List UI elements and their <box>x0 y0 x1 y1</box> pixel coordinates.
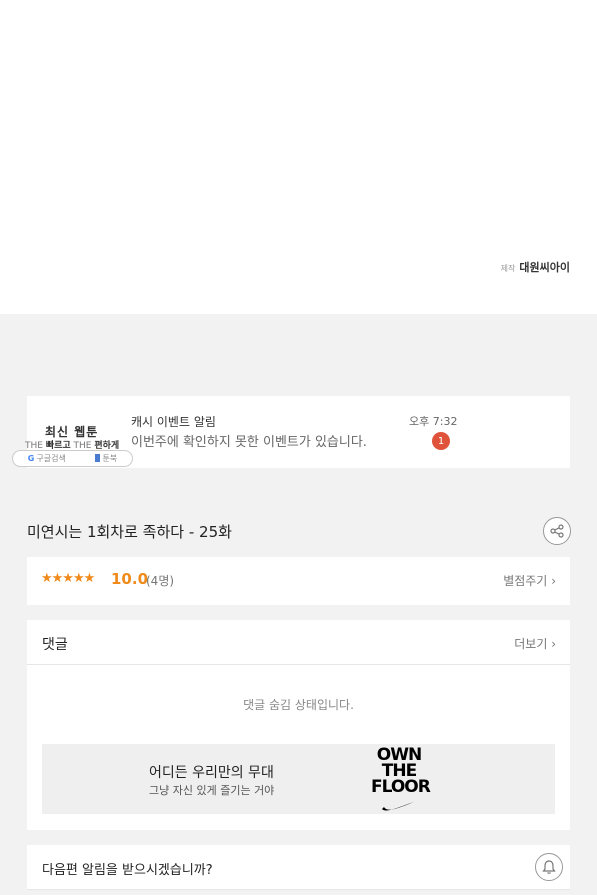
webtoon-content-area: 제작 대원씨아이 <box>0 0 597 314</box>
book-icon <box>95 454 101 462</box>
chevron-right-icon: › <box>551 637 556 651</box>
event-notice-banner[interactable]: 최신 웹툰 THE 빠르고 THE 편하게 G 구글검색 툰북 캐시 이벤트 알림… <box>12 396 570 468</box>
comment-more-label: 더보기 <box>514 637 548 651</box>
notice-time: 오후 7:32 <box>409 415 458 428</box>
episode-title: 미연시는 1회차로 족하다 - 25화 <box>27 523 232 541</box>
advertisement-banner[interactable]: 어디든 우리만의 무대 그냥 자신 있게 즐기는 거야 OWN THE FLOO… <box>42 744 555 814</box>
rating-panel: ★★★★★ 10.0 (4명) 별점주기 › <box>27 557 570 605</box>
promo-search-pill[interactable]: G 구글검색 툰북 <box>12 450 133 467</box>
google-icon: G <box>27 454 35 463</box>
notice-title: 캐시 이벤트 알림 <box>131 415 216 429</box>
latest-webtoon-promo[interactable]: 최신 웹툰 THE 빠르고 THE 편하게 G 구글검색 툰북 <box>12 396 139 468</box>
credit-value: 대원씨아이 <box>519 261 570 274</box>
ad-brand-logo: OWN THE FLOOR <box>371 747 431 797</box>
share-icon <box>550 524 564 538</box>
rate-button-label: 별점주기 <box>503 574 548 588</box>
ad-headline: 어디든 우리만의 무대 <box>149 765 274 781</box>
production-credit: 제작 대원씨아이 <box>501 259 570 275</box>
star-rating-icon: ★★★★★ <box>41 571 95 586</box>
rating-voters: (4명) <box>146 574 175 588</box>
chevron-right-icon: › <box>551 574 556 588</box>
bell-icon <box>542 860 556 874</box>
next-episode-notify: 다음편 알림을 받으시겠습니까? <box>27 845 570 890</box>
ad-subtext: 그냥 자신 있게 즐기는 거야 <box>149 784 275 797</box>
credit-label: 제작 <box>500 264 516 273</box>
notice-message: 이번주에 확인하지 못한 이벤트가 있습니다. <box>131 435 367 450</box>
ad-logo-line-3: FLOOR <box>371 777 431 797</box>
comment-hidden-message: 댓글 숨김 상태입니다. <box>243 698 354 712</box>
rating-score: 10.0 <box>111 570 149 588</box>
comment-label: 댓글 <box>42 637 68 653</box>
notify-question: 다음편 알림을 받으시겠습니까? <box>42 863 213 878</box>
comment-section: 댓글 더보기 › 댓글 숨김 상태입니다. 어디든 우리만의 무대 그냥 자신 … <box>27 620 570 830</box>
share-button[interactable] <box>543 517 571 545</box>
notify-bell-button[interactable] <box>535 853 563 881</box>
swoosh-icon <box>382 801 416 811</box>
toonbook-label: 툰북 <box>95 453 117 464</box>
notice-count-badge: 1 <box>432 432 450 450</box>
google-search-label: G 구글검색 <box>27 454 66 463</box>
comment-more-button[interactable]: 더보기 › <box>514 635 556 652</box>
rate-button[interactable]: 별점주기 › <box>503 572 556 589</box>
comment-header: 댓글 더보기 › <box>27 620 570 665</box>
